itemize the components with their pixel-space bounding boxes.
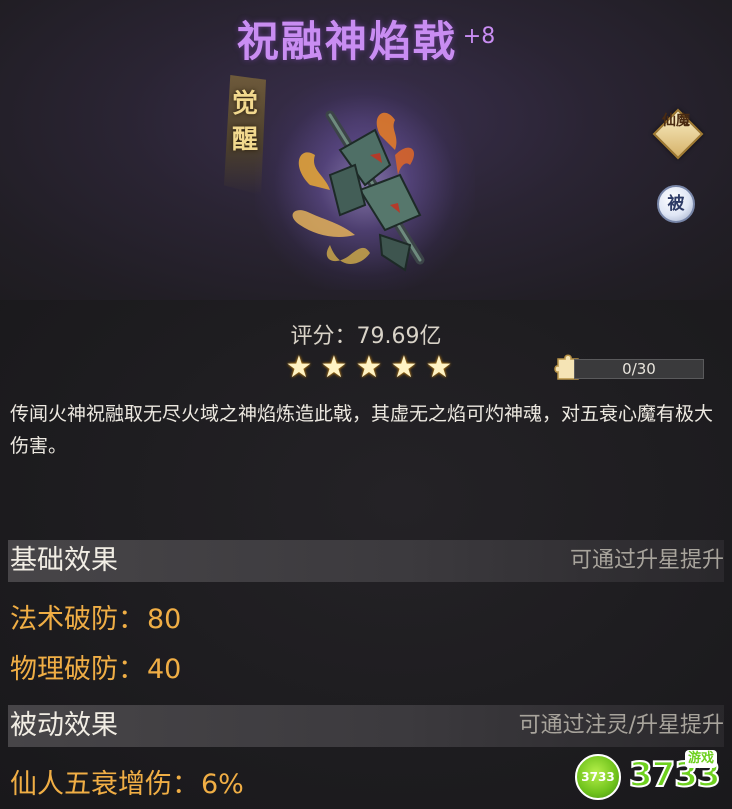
fragment-progress-text: 0/30: [622, 360, 656, 378]
item-name: 祝融神焰戟: [236, 17, 457, 66]
star-icon: ★: [425, 350, 453, 385]
basic-effects-header: 基础效果 可通过升星提升: [8, 540, 724, 582]
enhance-level: +8: [462, 24, 496, 49]
score-line: 评分：79.69亿: [0, 318, 732, 350]
attribute-row: 物理破防：40: [10, 654, 182, 685]
site-watermark: 3733 3733 游戏: [575, 748, 725, 804]
fragment-progress-bar: 0/30: [574, 359, 704, 379]
xianmo-label: 仙魔: [662, 113, 690, 129]
item-title: 祝融神焰戟 +8: [0, 8, 732, 69]
score-label: 评分：: [290, 324, 357, 349]
item-description: 传闻火神祝融取无尽火域之神焰炼造此戟，其虚无之焰可灼神魂，对五衰心魔有极大伤害。: [10, 403, 714, 457]
passive-effects-header: 被动效果 可通过注灵/升星提升: [8, 705, 724, 747]
score-value: 79.69亿: [356, 324, 442, 349]
attribute-name: 物理破防: [10, 654, 118, 685]
star-icon: ★: [285, 350, 313, 385]
star-icon: ★: [355, 350, 383, 385]
attribute-value: 6%: [201, 769, 244, 800]
passive-effects-title: 被动效果: [10, 710, 118, 741]
basic-effects-title: 基础效果: [10, 545, 118, 576]
halberd-icon: [270, 95, 460, 285]
attribute-row: 法术破防：80: [10, 604, 182, 635]
star-icon: ★: [390, 350, 418, 385]
passive-effects-note: 可通过注灵/升星提升: [518, 713, 724, 738]
attribute-name: 法术破防: [10, 604, 118, 635]
attribute-value: 80: [147, 604, 182, 635]
basic-effects-note: 可通过升星提升: [569, 548, 724, 573]
star-rating: ★ ★ ★ ★ ★: [283, 352, 455, 384]
watermark-logo: 3733: [575, 754, 621, 800]
star-icon: ★: [320, 350, 348, 385]
attribute-row: 仙人五衰增伤：6%: [10, 769, 244, 800]
attribute-name: 仙人五衰增伤: [10, 769, 172, 800]
attribute-value: 40: [147, 654, 182, 685]
watermark-sub: 游戏: [685, 750, 718, 768]
passive-badge[interactable]: 被: [657, 185, 695, 223]
xianmo-badge[interactable]: 仙魔: [652, 108, 704, 160]
